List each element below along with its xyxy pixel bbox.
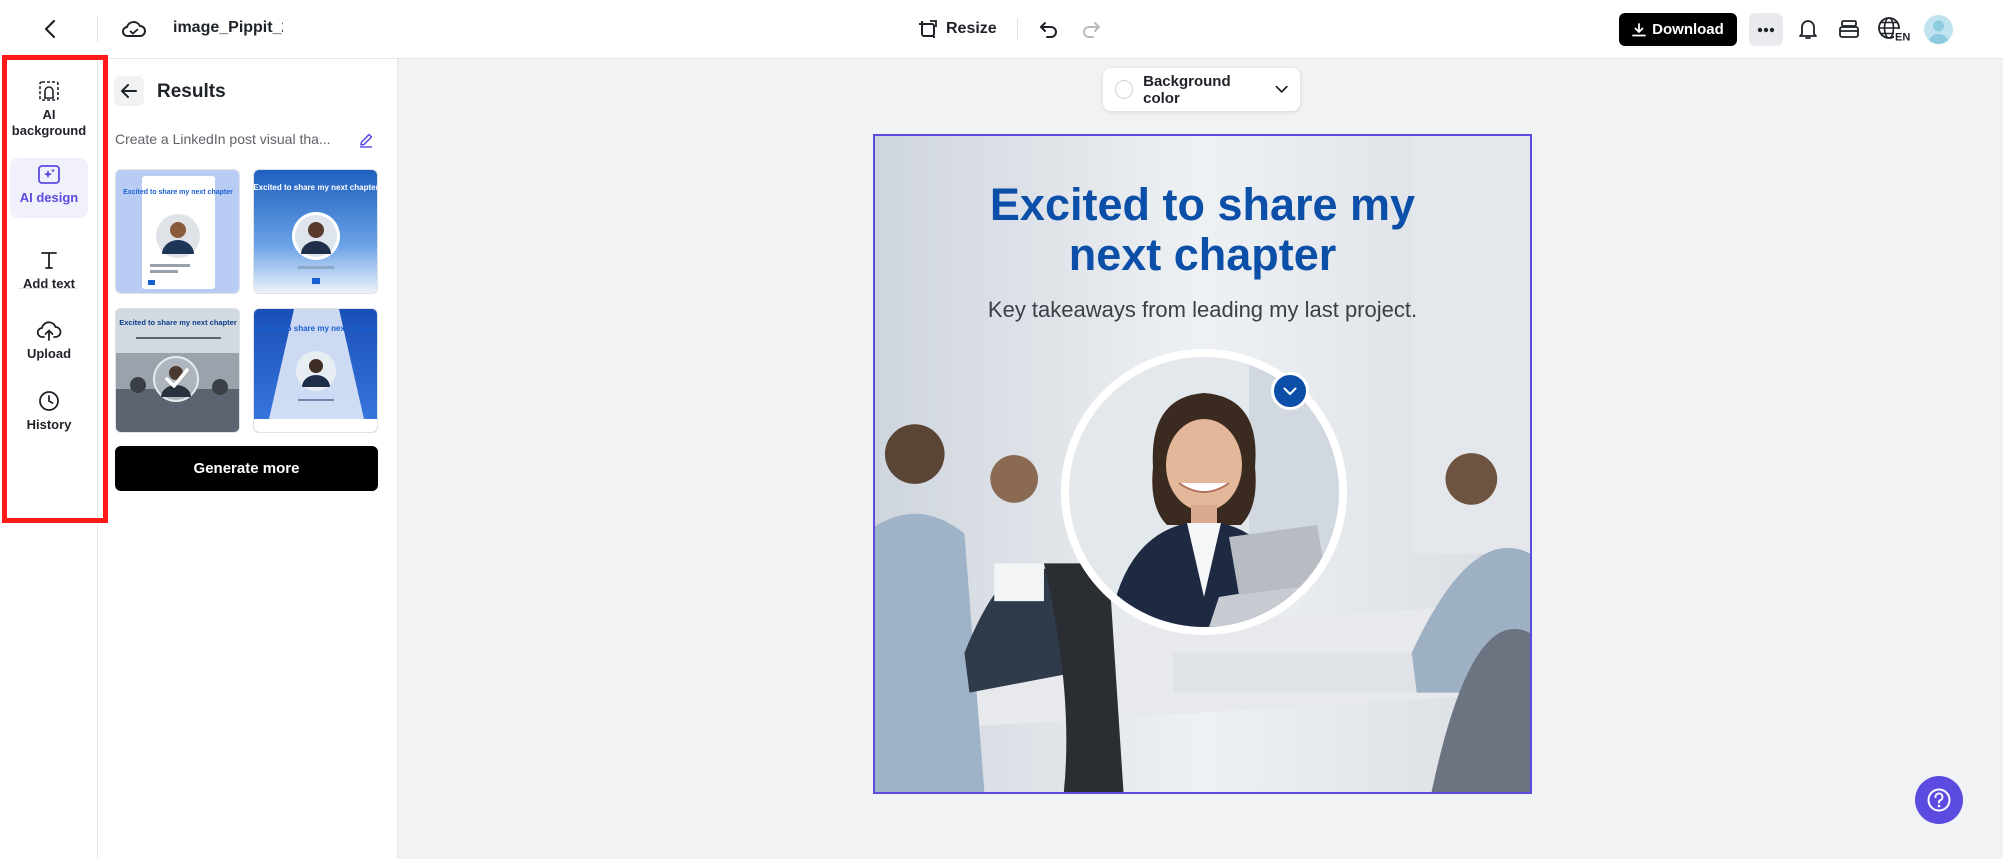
color-swatch <box>1115 80 1134 99</box>
canvas-subheadline[interactable]: Key takeaways from leading my last proje… <box>875 297 1530 323</box>
rail-item-label: History <box>26 417 72 432</box>
rail-item-add-text[interactable]: Add text <box>10 242 88 292</box>
rail-item-upload[interactable]: Upload <box>10 312 88 362</box>
svg-text:Excited to share my next chapt: Excited to share my next chapter <box>254 324 378 333</box>
arrow-left-icon <box>121 84 137 98</box>
ai-background-icon <box>39 81 59 101</box>
headline-line-1: Excited to share my <box>989 179 1416 230</box>
design-canvas[interactable]: Excited to share my next chapter Key tak… <box>873 134 1532 794</box>
chevron-down-icon <box>1275 85 1288 93</box>
pencil-icon <box>360 133 373 148</box>
resize-label: Resize <box>946 20 997 37</box>
rail-item-ai-background[interactable]: AI background <box>10 73 88 139</box>
upload-cloud-icon <box>36 321 62 341</box>
ai-design-icon <box>38 165 60 184</box>
cloud-sync-icon[interactable] <box>118 14 150 44</box>
rail-item-label: Upload <box>26 346 72 361</box>
svg-text:Excited to share my next chapt: Excited to share my next chapter <box>254 183 378 192</box>
results-panel: Results Create a LinkedIn post visual th… <box>98 59 398 859</box>
globe-icon: EN <box>1878 17 1911 43</box>
thumbnail-image: Excited to share my next chapter <box>254 170 378 293</box>
rail-item-ai-design[interactable]: AI design <box>10 158 88 218</box>
more-horizontal-icon <box>1757 27 1775 32</box>
download-label: Download <box>1652 21 1724 38</box>
divider <box>1017 18 1018 40</box>
layers-icon <box>1839 20 1859 38</box>
linkedin-badge-button[interactable] <box>1271 372 1309 410</box>
language-button[interactable]: EN <box>1876 14 1912 44</box>
edit-prompt-button[interactable] <box>356 130 376 150</box>
result-thumbnail-4[interactable]: Excited to share my next chapter <box>253 308 378 433</box>
language-badge: EN <box>1895 32 1910 43</box>
rail-item-history[interactable]: History <box>10 383 88 433</box>
result-thumbnail-3[interactable]: Excited to share my next chapter <box>115 308 240 433</box>
thumbnail-image: Excited to share my next chapter <box>116 170 239 293</box>
bell-icon <box>1799 20 1817 39</box>
back-button[interactable] <box>36 14 66 44</box>
headline-line-2: next chapter <box>1068 229 1337 280</box>
redo-icon <box>1083 22 1100 38</box>
undo-icon <box>1040 22 1057 38</box>
thumbnail-image: Excited to share my next chapter <box>254 309 378 432</box>
notifications-button[interactable] <box>1793 14 1823 44</box>
canvas-headline[interactable]: Excited to share my next chapter <box>875 180 1530 280</box>
chevron-down-icon <box>1283 387 1297 395</box>
redo-button[interactable] <box>1076 14 1106 44</box>
divider <box>97 16 98 42</box>
background-color-button[interactable]: Background color <box>1103 68 1300 111</box>
top-bar: image_Pippit_20 Resize Download EN <box>0 0 2003 59</box>
result-thumbnail-2[interactable]: Excited to share my next chapter <box>253 169 378 294</box>
svg-text:Excited to share my next chapt: Excited to share my next chapter <box>119 318 237 327</box>
generate-more-button[interactable]: Generate more <box>115 446 378 491</box>
rail-item-label: AI design <box>19 190 79 205</box>
rail-item-label: AI background <box>11 107 87 138</box>
help-button[interactable] <box>1915 776 1963 824</box>
avatar[interactable] <box>1924 15 1953 44</box>
tool-rail: AI background AI design Add text Upload … <box>0 59 98 859</box>
question-icon <box>1927 788 1951 812</box>
text-icon <box>41 252 57 269</box>
panel-title: Results <box>157 81 226 102</box>
rail-item-label: Add text <box>23 276 75 291</box>
resize-icon <box>919 20 937 38</box>
results-back-button[interactable] <box>114 76 144 106</box>
more-options-button[interactable] <box>1749 13 1783 46</box>
result-thumbnail-1[interactable]: Excited to share my next chapter <box>115 169 240 294</box>
thumbnail-image: Excited to share my next chapter <box>116 309 239 432</box>
chevron-left-icon <box>44 19 56 39</box>
download-button[interactable]: Download <box>1619 13 1737 46</box>
prompt-text: Create a LinkedIn post visual tha... <box>115 131 331 147</box>
file-name[interactable]: image_Pippit_20 <box>173 19 283 37</box>
download-icon <box>1632 22 1647 36</box>
layers-button[interactable] <box>1834 14 1864 44</box>
svg-text:Excited to share my next chapt: Excited to share my next chapter <box>123 189 233 196</box>
clock-icon <box>39 391 59 411</box>
resize-button[interactable]: Resize <box>918 14 997 44</box>
undo-button[interactable] <box>1034 14 1064 44</box>
user-avatar-icon <box>1928 20 1949 44</box>
background-color-label: Background color <box>1143 72 1231 107</box>
